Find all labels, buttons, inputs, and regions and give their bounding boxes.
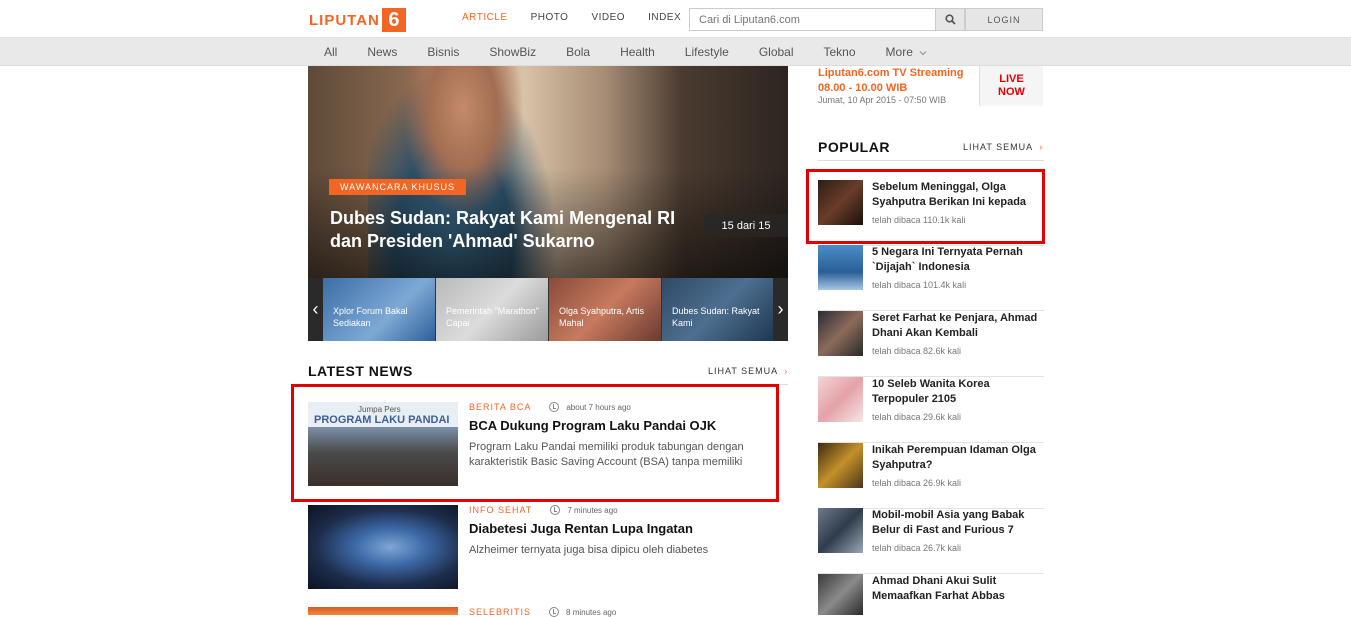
clock-icon (549, 607, 560, 617)
latest-news-see-all[interactable]: LIHAT SEMUA › (708, 366, 788, 376)
thumbnail-item[interactable]: Xplor Forum Bakal Sediakan (323, 278, 435, 341)
see-all-label: LIHAT SEMUA (708, 366, 779, 376)
highlight-box (806, 169, 1045, 244)
popular-read-count: telah dibaca 26.9k kali (872, 478, 962, 488)
chevron-down-icon (919, 51, 927, 56)
thumbnail-item[interactable]: Pemerintah "Marathon" Capai (436, 278, 548, 341)
category-more[interactable]: More (886, 45, 928, 59)
popular-title-text[interactable]: 5 Negara Ini Ternyata Pernah `Dijajah` I… (872, 245, 1042, 275)
popular-image (818, 443, 863, 488)
popular-read-count: telah dibaca 29.6k kali (872, 412, 962, 422)
tv-streaming-time: 08.00 - 10.00 WIB (818, 82, 908, 94)
see-all-label: LIHAT SEMUA (963, 142, 1034, 152)
latest-news-title: LATEST NEWS (308, 363, 413, 379)
popular-title-text[interactable]: Ahmad Dhani Akui Sulit Memaafkan Farhat … (872, 574, 1042, 604)
popular-title-text[interactable]: Inikah Perempuan Idaman Olga Syahputra? (872, 443, 1042, 473)
nav-photo[interactable]: PHOTO (531, 12, 569, 23)
search-button[interactable] (935, 8, 965, 31)
thumbnail-item[interactable]: Olga Syahputra, Artis Mahal (549, 278, 661, 341)
clock-icon (550, 505, 561, 515)
popular-read-count: telah dibaca 101.4k kali (872, 280, 967, 290)
category-tekno[interactable]: Tekno (824, 45, 856, 59)
popular-read-count: telah dibaca 82.6k kali (872, 346, 962, 356)
category-more-label: More (885, 45, 913, 59)
popular-title-text[interactable]: Mobil-mobil Asia yang Babak Belur di Fas… (872, 508, 1042, 538)
popular-image (818, 245, 863, 290)
category-lifestyle[interactable]: Lifestyle (685, 45, 729, 59)
highlight-box (291, 384, 779, 502)
popular-title: POPULAR (818, 139, 890, 155)
news-category[interactable]: INFO SEHAT (469, 505, 532, 515)
popular-item[interactable]: 10 Seleb Wanita Korea Terpopuler 2105 te… (818, 377, 1044, 443)
thumbnail-strip: ‹ Xplor Forum Bakal Sediakan Pemerintah … (308, 278, 788, 341)
login-button[interactable]: LOGIN (965, 8, 1043, 31)
popular-item[interactable]: Ahmad Dhani Akui Sulit Memaafkan Farhat … (818, 574, 1044, 615)
next-arrow-icon[interactable]: › (773, 278, 788, 341)
news-item[interactable]: SELEBRITIS 8 minutes ago (308, 607, 778, 617)
logo-text: LIPUTAN (309, 11, 380, 29)
tv-streaming-title[interactable]: Liputan6.com TV Streaming (818, 67, 963, 79)
live-label: LIVE (999, 73, 1024, 85)
search-input[interactable] (689, 8, 936, 31)
tv-streaming-date: Jumat, 10 Apr 2015 - 07:50 WIB (818, 95, 947, 105)
news-category[interactable]: SELEBRITIS (469, 607, 531, 617)
popular-image (818, 377, 863, 422)
news-meta: INFO SEHAT 7 minutes ago (469, 505, 618, 515)
prev-arrow-icon[interactable]: ‹ (308, 278, 323, 341)
popular-title-text[interactable]: 10 Seleb Wanita Korea Terpopuler 2105 (872, 377, 1042, 407)
category-bola[interactable]: Bola (566, 45, 590, 59)
news-time: 8 minutes ago (566, 607, 617, 617)
popular-item[interactable]: Seret Farhat ke Penjara, Ahmad Dhani Aka… (818, 311, 1044, 377)
category-bar: All News Bisnis ShowBiz Bola Health Life… (0, 38, 1351, 66)
top-bar: LIPUTAN 6 ARTICLE PHOTO VIDEO INDEX LOGI… (0, 0, 1351, 38)
logo[interactable]: LIPUTAN 6 (309, 8, 406, 32)
search-icon (944, 14, 956, 25)
popular-read-count: telah dibaca 26.7k kali (872, 543, 962, 553)
thumbnail-item[interactable]: Dubes Sudan: Rakyat Kami (662, 278, 774, 341)
top-nav: ARTICLE PHOTO VIDEO INDEX (462, 12, 704, 23)
popular-item[interactable]: 5 Negara Ini Ternyata Pernah `Dijajah` I… (818, 245, 1044, 311)
news-excerpt: Alzheimer ternyata juga bisa dipicu oleh… (469, 544, 709, 556)
category-showbiz[interactable]: ShowBiz (489, 45, 536, 59)
news-image (308, 607, 458, 615)
category-health[interactable]: Health (620, 45, 655, 59)
logo-number: 6 (381, 8, 406, 32)
news-title[interactable]: Diabetesi Juga Rentan Lupa Ingatan (469, 521, 693, 536)
chevron-right-icon: › (1039, 142, 1044, 152)
popular-image (818, 508, 863, 553)
live-now-button[interactable]: LIVE NOW (979, 66, 1043, 106)
hero-badge[interactable]: WAWANCARA KHUSUS (329, 179, 467, 195)
category-news[interactable]: News (367, 45, 397, 59)
news-meta: SELEBRITIS 8 minutes ago (469, 607, 616, 617)
nav-index[interactable]: INDEX (648, 12, 681, 23)
live-label: NOW (998, 86, 1025, 98)
popular-item[interactable]: Mobil-mobil Asia yang Babak Belur di Fas… (818, 508, 1044, 574)
hero-counter: 15 dari 15 (704, 214, 788, 237)
chevron-right-icon: › (784, 366, 789, 376)
category-global[interactable]: Global (759, 45, 794, 59)
divider (818, 160, 1044, 161)
category-all[interactable]: All (324, 45, 337, 59)
popular-image (818, 574, 863, 615)
hero-title[interactable]: Dubes Sudan: Rakyat Kami Mengenal RI dan… (330, 207, 710, 253)
news-image (308, 505, 458, 589)
popular-item[interactable]: Inikah Perempuan Idaman Olga Syahputra? … (818, 443, 1044, 509)
news-time: 7 minutes ago (567, 505, 618, 515)
popular-see-all[interactable]: LIHAT SEMUA › (963, 142, 1043, 152)
nav-video[interactable]: VIDEO (591, 12, 625, 23)
news-item[interactable]: INFO SEHAT 7 minutes ago Diabetesi Juga … (308, 505, 778, 591)
popular-image (818, 311, 863, 356)
popular-title-text[interactable]: Seret Farhat ke Penjara, Ahmad Dhani Aka… (872, 311, 1042, 341)
hero-slider[interactable]: WAWANCARA KHUSUS Dubes Sudan: Rakyat Kam… (308, 66, 788, 278)
nav-article[interactable]: ARTICLE (462, 12, 508, 23)
category-bisnis[interactable]: Bisnis (427, 45, 459, 59)
